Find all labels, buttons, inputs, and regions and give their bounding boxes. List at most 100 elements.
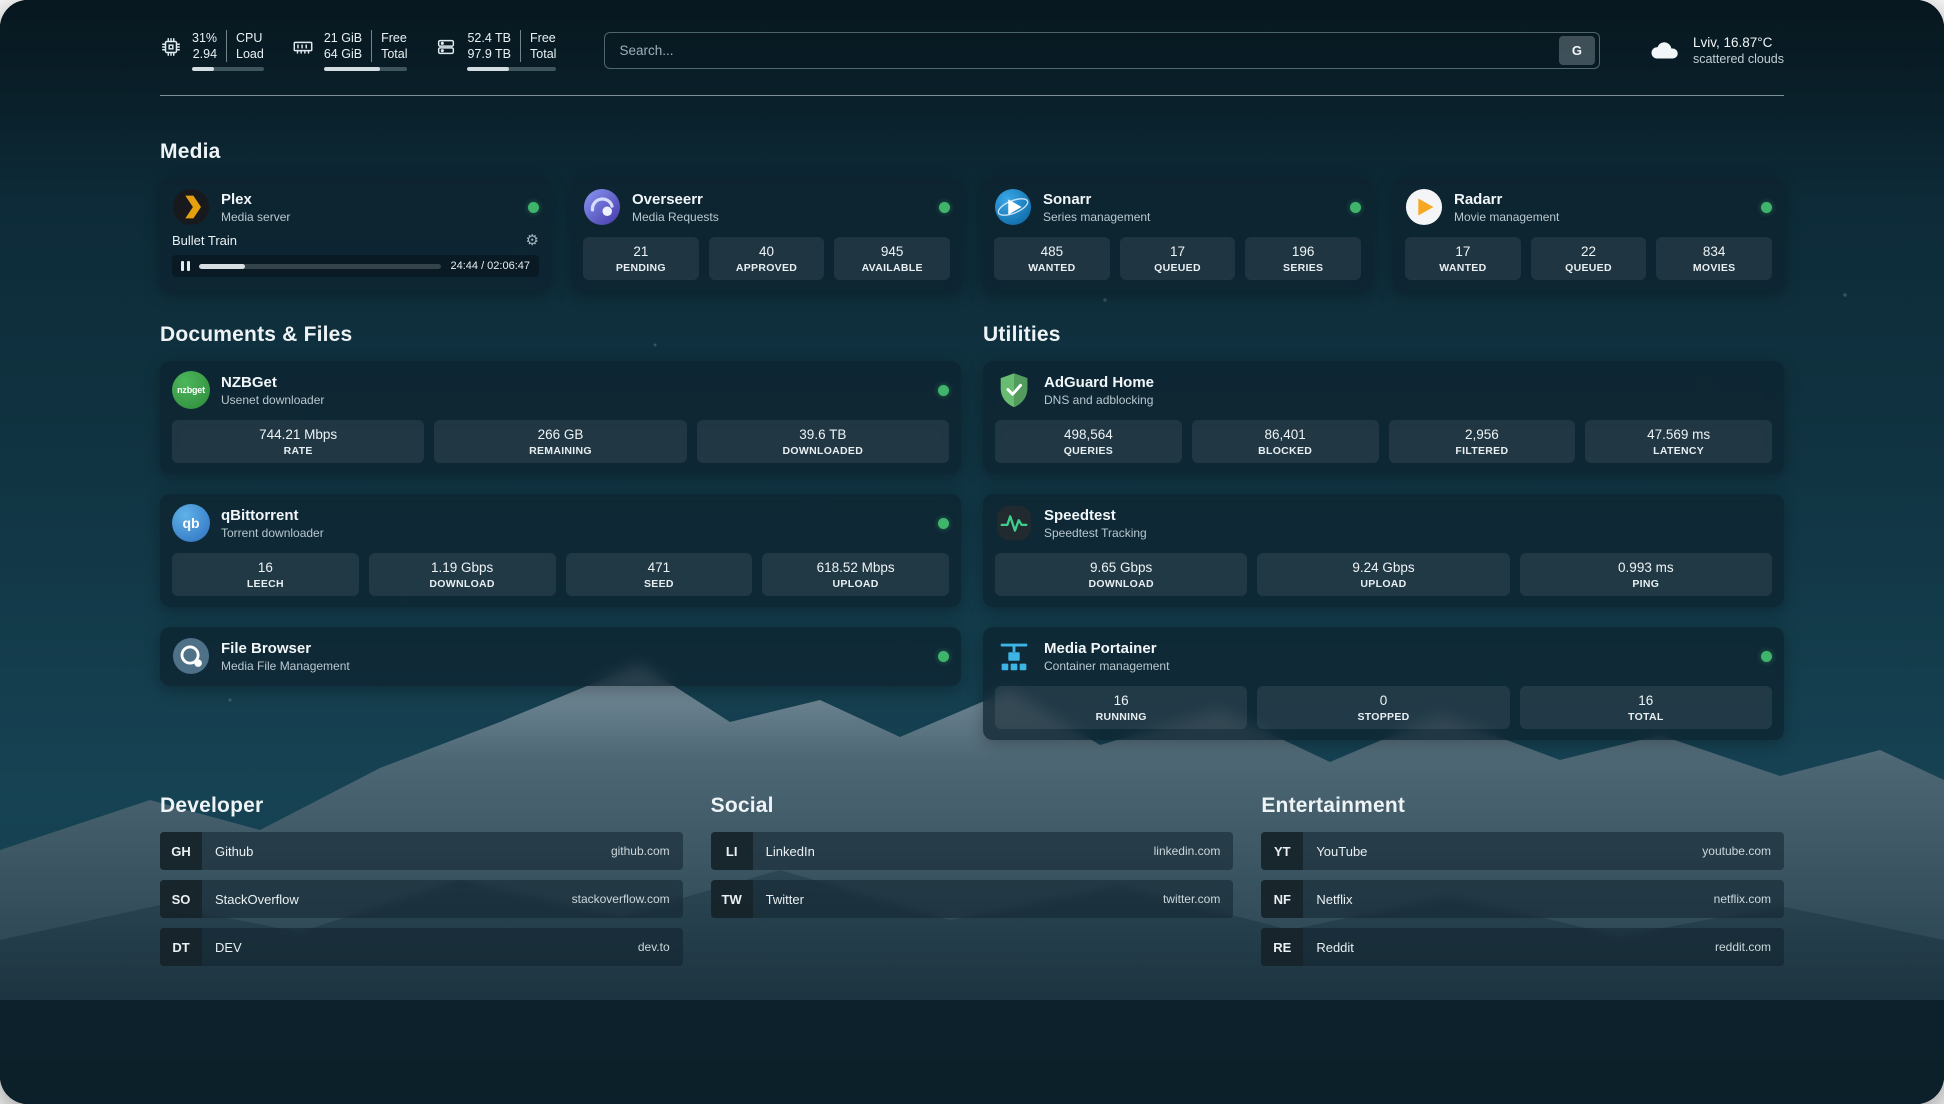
media-grid: Plex Media server Bullet Train ⚙ bbox=[160, 178, 1784, 291]
stat-total: 16 TOTAL bbox=[1520, 686, 1772, 729]
stat-available: 945 AVAILABLE bbox=[834, 237, 950, 280]
stat-downloaded: 39.6 TB DOWNLOADED bbox=[697, 420, 949, 463]
overseerr-stats: 21 PENDING 40 APPROVED 945 AVAILABLE bbox=[583, 237, 950, 280]
cpu-load-value: 2.94 bbox=[193, 46, 217, 62]
app-name: AdGuard Home bbox=[1044, 374, 1772, 391]
app-name: Radarr bbox=[1454, 191, 1750, 208]
stat-queued: 17 QUEUED bbox=[1120, 237, 1236, 280]
bookmark-dev[interactable]: DT DEV dev.to bbox=[160, 928, 683, 966]
stat-rate: 744.21 Mbps RATE bbox=[172, 420, 424, 463]
documents-section-title: Documents & Files bbox=[160, 323, 961, 347]
bookmark-linkedin[interactable]: LI LinkedIn linkedin.com bbox=[711, 832, 1234, 870]
disk-metric: 52.4 TB 97.9 TB Free Total bbox=[435, 30, 556, 71]
stat-download: 1.19 Gbps DOWNLOAD bbox=[369, 553, 556, 596]
plex-progress-track[interactable] bbox=[199, 264, 441, 269]
ram-metric: 21 GiB 64 GiB Free Total bbox=[292, 30, 408, 71]
stat-upload: 618.52 Mbps UPLOAD bbox=[762, 553, 949, 596]
app-subtitle: DNS and adblocking bbox=[1044, 393, 1772, 407]
cpu-load-label: Load bbox=[236, 46, 264, 62]
app-name: qBittorrent bbox=[221, 507, 927, 524]
stat-upload: 9.24 Gbps UPLOAD bbox=[1257, 553, 1509, 596]
app-name: Media Portainer bbox=[1044, 640, 1750, 657]
utilities-section-title: Utilities bbox=[983, 323, 1784, 347]
app-subtitle: Series management bbox=[1043, 210, 1339, 224]
weather-widget: Lviv, 16.87°C scattered clouds bbox=[1646, 35, 1784, 66]
search-bar: G bbox=[604, 32, 1600, 69]
app-name: NZBGet bbox=[221, 374, 927, 391]
header-divider bbox=[160, 95, 1784, 96]
status-dot bbox=[939, 202, 950, 213]
plex-card-header: Plex Media server bbox=[172, 188, 539, 226]
bookmark-github[interactable]: GH Github github.com bbox=[160, 832, 683, 870]
overseerr-icon bbox=[583, 188, 621, 226]
status-dot bbox=[1761, 202, 1772, 213]
status-dot bbox=[1350, 202, 1361, 213]
speedtest-icon bbox=[995, 504, 1033, 542]
search-input[interactable] bbox=[605, 43, 1559, 58]
documents-section: Documents & Files nzbget NZBGet Usenet d… bbox=[160, 323, 961, 686]
bookmark-twitter[interactable]: TW Twitter twitter.com bbox=[711, 880, 1234, 918]
plex-progress-fill bbox=[199, 264, 245, 269]
radarr-card[interactable]: Radarr Movie management 17 WANTED 22 QUE… bbox=[1393, 178, 1784, 291]
cpu-usage-bar bbox=[192, 67, 264, 71]
qbittorrent-card[interactable]: qb qBittorrent Torrent downloader 16 bbox=[160, 494, 961, 607]
media-section-title: Media bbox=[160, 140, 1784, 164]
radarr-icon bbox=[1405, 188, 1443, 226]
plex-player-bar: 24:44 / 02:06:47 bbox=[172, 255, 539, 277]
disk-free-value: 52.4 TB bbox=[467, 30, 511, 46]
cloud-icon bbox=[1646, 36, 1682, 66]
adguard-card[interactable]: AdGuard Home DNS and adblocking 498,564 … bbox=[983, 361, 1784, 474]
qbittorrent-stats: 16 LEECH 1.19 Gbps DOWNLOAD 471 SEED bbox=[172, 553, 949, 596]
nzbget-icon: nzbget bbox=[172, 371, 210, 409]
cpu-usage-value: 31% bbox=[192, 30, 217, 46]
portainer-card[interactable]: Media Portainer Container management 16 … bbox=[983, 627, 1784, 740]
app-subtitle: Container management bbox=[1044, 659, 1750, 673]
cpu-label: CPU bbox=[236, 30, 264, 46]
overseerr-card[interactable]: Overseerr Media Requests 21 PENDING 40 A… bbox=[571, 178, 962, 291]
stat-leech: 16 LEECH bbox=[172, 553, 359, 596]
linkedin-icon: LI bbox=[711, 832, 753, 870]
sonarr-card-header: Sonarr Series management bbox=[994, 188, 1361, 226]
app-subtitle: Media server bbox=[221, 210, 517, 224]
stat-seed: 471 SEED bbox=[566, 553, 753, 596]
search-engine-button[interactable]: G bbox=[1559, 36, 1595, 65]
stat-queued: 22 QUEUED bbox=[1531, 237, 1647, 280]
filebrowser-card[interactable]: File Browser Media File Management bbox=[160, 627, 961, 686]
plex-playback-time: 24:44 / 02:06:47 bbox=[450, 260, 530, 272]
app-subtitle: Usenet downloader bbox=[221, 393, 927, 407]
pause-icon[interactable] bbox=[181, 261, 190, 271]
weather-condition: scattered clouds bbox=[1693, 52, 1784, 66]
filebrowser-card-header: File Browser Media File Management bbox=[172, 637, 949, 675]
media-section: Media Plex Media server bbox=[160, 140, 1784, 291]
stat-wanted: 17 WANTED bbox=[1405, 237, 1521, 280]
disk-total-label: Total bbox=[530, 46, 556, 62]
ram-icon bbox=[292, 36, 314, 58]
reddit-icon: RE bbox=[1261, 928, 1303, 966]
radarr-stats: 17 WANTED 22 QUEUED 834 MOVIES bbox=[1405, 237, 1772, 280]
sonarr-stats: 485 WANTED 17 QUEUED 196 SERIES bbox=[994, 237, 1361, 280]
status-dot bbox=[938, 385, 949, 396]
stat-stopped: 0 STOPPED bbox=[1257, 686, 1509, 729]
nzbget-card[interactable]: nzbget NZBGet Usenet downloader 744.21 M… bbox=[160, 361, 961, 474]
portainer-icon bbox=[995, 637, 1033, 675]
stat-latency: 47.569 ms LATENCY bbox=[1585, 420, 1772, 463]
settings-gear-icon[interactable]: ⚙ bbox=[526, 233, 539, 248]
developer-section-title: Developer bbox=[160, 794, 683, 818]
portainer-stats: 16 RUNNING 0 STOPPED 16 TOTAL bbox=[995, 686, 1772, 729]
qbittorrent-icon: qb bbox=[172, 504, 210, 542]
sonarr-card[interactable]: Sonarr Series management 485 WANTED 17 Q… bbox=[982, 178, 1373, 291]
bookmark-youtube[interactable]: YT YouTube youtube.com bbox=[1261, 832, 1784, 870]
social-section-title: Social bbox=[711, 794, 1234, 818]
dashboard-window: 31% 2.94 CPU Load bbox=[0, 0, 1944, 1104]
speedtest-card[interactable]: Speedtest Speedtest Tracking 9.65 Gbps D… bbox=[983, 494, 1784, 607]
bookmark-netflix[interactable]: NF Netflix netflix.com bbox=[1261, 880, 1784, 918]
bookmark-reddit[interactable]: RE Reddit reddit.com bbox=[1261, 928, 1784, 966]
stat-filtered: 2,956 FILTERED bbox=[1389, 420, 1576, 463]
cpu-usage-bar-fill bbox=[192, 67, 214, 71]
plex-card[interactable]: Plex Media server Bullet Train ⚙ bbox=[160, 178, 551, 291]
netflix-icon: NF bbox=[1261, 880, 1303, 918]
app-name: Overseerr bbox=[632, 191, 928, 208]
stat-movies: 834 MOVIES bbox=[1656, 237, 1772, 280]
status-dot bbox=[938, 518, 949, 529]
bookmark-stackoverflow[interactable]: SO StackOverflow stackoverflow.com bbox=[160, 880, 683, 918]
